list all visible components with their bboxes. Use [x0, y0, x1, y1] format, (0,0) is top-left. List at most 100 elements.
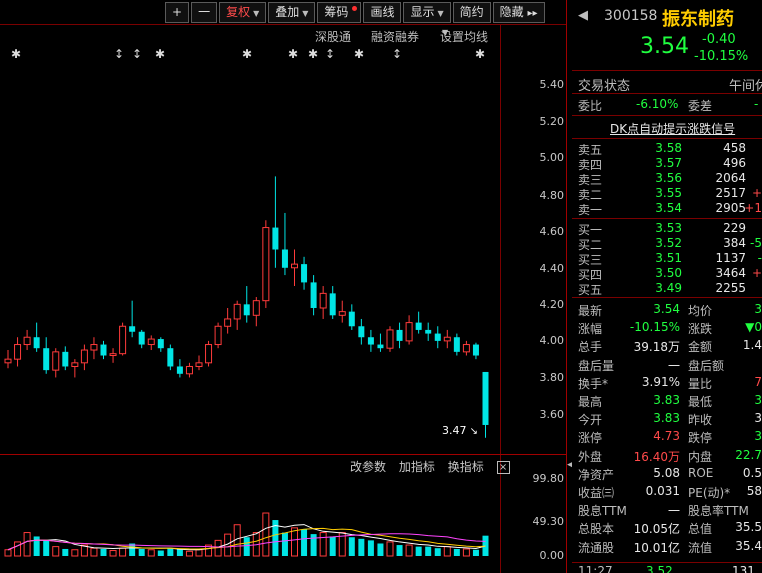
- volume-bar: [301, 529, 308, 556]
- price-change: -0.40: [702, 32, 736, 47]
- caret-down-icon: ▼: [302, 9, 309, 18]
- volume-bar: [100, 548, 107, 556]
- overlay-button[interactable]: 叠加 ▼: [268, 2, 316, 23]
- event-arrow-icon[interactable]: ↕: [132, 47, 142, 61]
- draw-line-button[interactable]: 画线: [363, 2, 402, 23]
- event-arrow-icon[interactable]: ↕: [392, 47, 402, 61]
- event-arrow-icon[interactable]: ↕: [325, 47, 335, 61]
- stat-value: ▼0: [745, 320, 762, 335]
- event-star-icon[interactable]: ✱: [308, 47, 318, 61]
- event-star-icon[interactable]: ✱: [242, 47, 252, 61]
- candle-body: [52, 351, 60, 371]
- candle-body: [301, 264, 308, 283]
- volume-bar: [185, 550, 193, 557]
- stat-label: 均价: [688, 304, 713, 318]
- buy-level-price: 3.50: [655, 266, 682, 280]
- buy-level-volume: 1137: [715, 251, 746, 265]
- volume-bar: [434, 548, 441, 556]
- sell-level-price: 3.58: [655, 141, 682, 155]
- candle-body: [396, 329, 403, 341]
- dk-signal-link[interactable]: DK点自动提示涨跌信号: [610, 120, 735, 137]
- candle-body: [4, 358, 12, 364]
- chips-button[interactable]: 筹码: [317, 2, 362, 23]
- margin-trading-link[interactable]: 融资融券: [371, 28, 419, 45]
- price-tick: 3.80: [539, 371, 565, 384]
- stat-label: 涨停: [578, 431, 603, 446]
- stat-value: 39.18万: [633, 340, 680, 355]
- zoom-in-button[interactable]: +: [165, 2, 190, 23]
- volume-bar: [329, 536, 336, 556]
- tick-time: 11:27: [578, 564, 613, 573]
- sell-level-volume: 496: [723, 156, 746, 170]
- candle-body: [281, 249, 288, 268]
- back-arrow-icon[interactable]: ◀: [578, 8, 588, 23]
- shengutong-link[interactable]: 深股通: [315, 28, 351, 45]
- buy-level-volume: 2255: [715, 281, 746, 295]
- low-price-marker: 3.47 ↘: [442, 424, 478, 437]
- display-button[interactable]: 显示 ▼: [403, 2, 451, 23]
- stat-value: 3.83: [653, 393, 680, 407]
- candle-body: [205, 344, 213, 364]
- candle-body: [80, 349, 88, 364]
- stat-value: 22.7: [735, 447, 762, 462]
- toolbar-divider: [0, 24, 566, 25]
- brief-button[interactable]: 简约: [452, 2, 491, 23]
- trade-status-value: 午间休: [729, 79, 762, 94]
- candle-body: [338, 311, 346, 316]
- candle-body: [214, 325, 222, 346]
- arrow-down-right-icon: ↘: [466, 426, 479, 437]
- candle-body: [348, 311, 355, 327]
- price-tick: 5.20: [539, 115, 565, 128]
- candle-body: [147, 338, 155, 346]
- candle-body: [90, 344, 98, 351]
- buy-level-volume: 384: [723, 236, 746, 250]
- overlay-label: 叠加: [275, 5, 300, 19]
- candle-body: [167, 348, 174, 367]
- event-star-icon[interactable]: ✱: [155, 47, 165, 61]
- volume-bar: [405, 544, 413, 557]
- stat-value: 10.01亿: [633, 540, 680, 555]
- candle-body: [405, 322, 413, 342]
- hide-button[interactable]: 隐藏 ▸▸: [492, 2, 545, 23]
- stat-value: 7: [754, 374, 762, 389]
- sell-level-volume: 2905: [715, 201, 746, 215]
- chart-axis-divider: [500, 24, 501, 573]
- sell-level-price: 3.57: [655, 156, 682, 170]
- candlestick-chart[interactable]: [0, 60, 500, 450]
- volume-bar: [167, 548, 174, 556]
- price-tick: 4.00: [539, 334, 565, 347]
- volume-chart[interactable]: [0, 476, 500, 564]
- stat-value: 3.91%: [641, 374, 680, 389]
- add-indicator-button[interactable]: 加指标: [399, 460, 435, 474]
- event-star-icon[interactable]: ✱: [354, 47, 364, 61]
- volume-bar: [472, 549, 479, 556]
- chart-toolbar: + 一 复权 ▼ 叠加 ▼ 筹码 画线 显示 ▼ 简约 隐藏 ▸▸: [165, 2, 545, 23]
- stat-value: 58: [746, 484, 762, 498]
- candle-body: [138, 331, 145, 345]
- event-arrow-icon[interactable]: ↕: [114, 47, 124, 61]
- restoration-button[interactable]: 复权 ▼: [219, 2, 267, 23]
- stat-label: 总手: [578, 340, 603, 355]
- volume-bar: [386, 541, 394, 557]
- event-star-icon[interactable]: ✱: [11, 47, 21, 61]
- volume-bar: [109, 550, 117, 557]
- candle-body: [319, 292, 327, 309]
- stat-value: 0.5: [742, 465, 762, 480]
- volume-bar: [138, 548, 145, 556]
- price-tick: 3.60: [539, 408, 565, 421]
- candle-body: [43, 348, 50, 371]
- switch-indicator-button[interactable]: 换指标: [448, 460, 484, 474]
- volume-bar: [52, 546, 60, 557]
- event-star-icon[interactable]: ✱: [475, 47, 485, 61]
- candle-body: [23, 336, 31, 346]
- zoom-out-button[interactable]: 一: [191, 2, 218, 23]
- modify-params-button[interactable]: 改参数: [350, 460, 386, 474]
- volume-bar: [396, 545, 403, 556]
- stat-label: PE(动)*: [688, 486, 731, 500]
- restoration-label: 复权: [226, 5, 251, 19]
- close-indicator-icon[interactable]: ×: [496, 461, 510, 474]
- event-star-icon[interactable]: ✱: [288, 47, 298, 61]
- volume-bar: [281, 532, 288, 556]
- volume-tick: 99.80: [532, 472, 565, 485]
- candle-body: [291, 263, 298, 269]
